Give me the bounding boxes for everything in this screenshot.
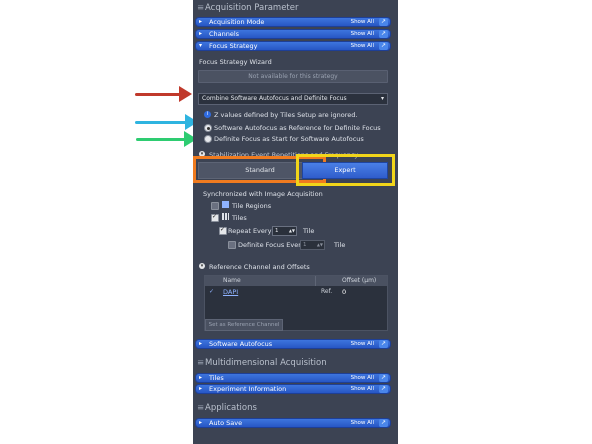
section-grip-icon: ≡ xyxy=(197,403,205,413)
popout-icon[interactable]: ↗ xyxy=(379,340,388,348)
radio-definite-focus-start[interactable] xyxy=(204,135,212,143)
software-autofocus-bar[interactable]: ▸ Software Autofocus Show All ↗ xyxy=(195,339,391,349)
show-all-toggle[interactable]: Show All xyxy=(351,374,374,382)
popout-icon[interactable]: ↗ xyxy=(379,18,388,26)
repeat-every-stepper[interactable]: 1 ▲▼ xyxy=(272,226,297,236)
chevron-right-icon: ▸ xyxy=(199,18,203,25)
section-multidimensional-acquisition[interactable]: ≡ Multidimensional Acquisition xyxy=(193,357,398,369)
check-icon: ✓ xyxy=(209,288,215,295)
definite-every-label: Definite Focus Every xyxy=(238,241,305,249)
popout-icon[interactable]: ↗ xyxy=(379,30,388,38)
section-grip-icon: ≡ xyxy=(197,3,205,13)
chevron-right-icon: ▸ xyxy=(199,30,203,37)
radio2-label: Definite Focus as Start for Software Aut… xyxy=(214,135,364,143)
reference-table: Name Offset (µm) ✓ DAPI Ref. 0 Set as Re… xyxy=(204,275,388,331)
tiles-checkbox[interactable]: ✓ xyxy=(211,213,219,222)
ref-title: Reference Channel and Offsets xyxy=(209,263,310,271)
definite-every-checkbox[interactable] xyxy=(228,241,236,249)
stepper-arrows-icon: ▲▼ xyxy=(316,242,323,247)
zen-tool-panel: ≡ Acquisition Parameter ▸ Acquisition Mo… xyxy=(193,0,398,444)
popout-icon[interactable]: ↗ xyxy=(379,419,388,427)
show-all-toggle[interactable]: Show All xyxy=(351,419,374,427)
repeat-unit: Tile xyxy=(303,227,315,235)
chevron-right-icon: ▸ xyxy=(199,385,203,392)
green-arrow-shaft xyxy=(136,138,188,141)
auto-save-bar[interactable]: ▸ Auto Save Show All ↗ xyxy=(195,418,391,428)
repeat-every-checkbox[interactable]: ✓ xyxy=(219,226,227,235)
dropdown-arrow-icon: ▾ xyxy=(380,95,384,102)
show-all-toggle[interactable]: Show All xyxy=(351,340,374,348)
chevron-right-icon: ▸ xyxy=(199,374,203,381)
red-arrow-shaft xyxy=(135,93,183,96)
blue-arrow-shaft xyxy=(135,121,189,124)
expert-button[interactable]: Expert xyxy=(302,162,388,179)
popout-icon[interactable]: ↗ xyxy=(379,385,388,393)
experiment-information-bar[interactable]: ▸ Experiment Information Show All ↗ xyxy=(195,384,391,394)
set-reference-button[interactable]: Set as Reference Channel xyxy=(205,319,283,331)
show-all-toggle[interactable]: Show All xyxy=(351,385,374,393)
focus-strategy-bar[interactable]: ▾ Focus Strategy Show All ↗ xyxy=(195,41,391,51)
collapse-icon[interactable]: ▾ xyxy=(199,263,205,269)
show-all-toggle[interactable]: Show All xyxy=(351,42,374,50)
tile-regions-icon xyxy=(222,201,229,208)
sync-title: Synchronized with Image Acquisition xyxy=(203,190,323,198)
definite-every-stepper[interactable]: 1 ▲▼ xyxy=(300,240,325,250)
table-header: Name Offset (µm) xyxy=(205,276,387,286)
section-applications[interactable]: ≡ Applications xyxy=(193,402,398,414)
chevron-right-icon: ▸ xyxy=(199,340,203,347)
stepper-arrows-icon: ▲▼ xyxy=(288,228,295,233)
channels-bar[interactable]: ▸ Channels Show All ↗ xyxy=(195,29,391,39)
section-grip-icon: ≡ xyxy=(197,358,205,368)
tile-regions-checkbox[interactable] xyxy=(211,202,219,210)
radio1-label: Software Autofocus as Reference for Defi… xyxy=(214,124,381,132)
wizard-title: Focus Strategy Wizard xyxy=(199,58,272,66)
chevron-right-icon: ▸ xyxy=(199,419,203,426)
tiles-bar[interactable]: ▸ Tiles Show All ↗ xyxy=(195,373,391,383)
table-row[interactable]: ✓ DAPI Ref. 0 xyxy=(205,287,387,297)
popout-icon[interactable]: ↗ xyxy=(379,42,388,50)
not-available-button[interactable]: Not available for this strategy xyxy=(198,70,388,83)
tiles-icon xyxy=(222,213,229,220)
tiles-label: Tiles xyxy=(232,214,247,222)
show-all-toggle[interactable]: Show All xyxy=(351,30,374,38)
info-icon: i xyxy=(204,111,211,118)
popout-icon[interactable]: ↗ xyxy=(379,374,388,382)
section-acquisition-parameter[interactable]: ≡ Acquisition Parameter xyxy=(193,2,398,14)
tile-regions-label: Tile Regions xyxy=(232,202,272,210)
radio-software-af-reference[interactable] xyxy=(204,124,212,132)
info-text: Z values defined by Tiles Setup are igno… xyxy=(214,111,358,119)
show-all-toggle[interactable]: Show All xyxy=(351,18,374,26)
red-arrowhead-icon xyxy=(179,86,192,102)
acquisition-mode-bar[interactable]: ▸ Acquisition Mode Show All ↗ xyxy=(195,17,391,27)
strategy-select[interactable]: Combine Software Autofocus and Definite … xyxy=(198,93,388,105)
definite-unit: Tile xyxy=(334,241,346,249)
chevron-down-icon: ▾ xyxy=(199,42,203,49)
repeat-every-label: Repeat Every xyxy=(228,227,272,235)
